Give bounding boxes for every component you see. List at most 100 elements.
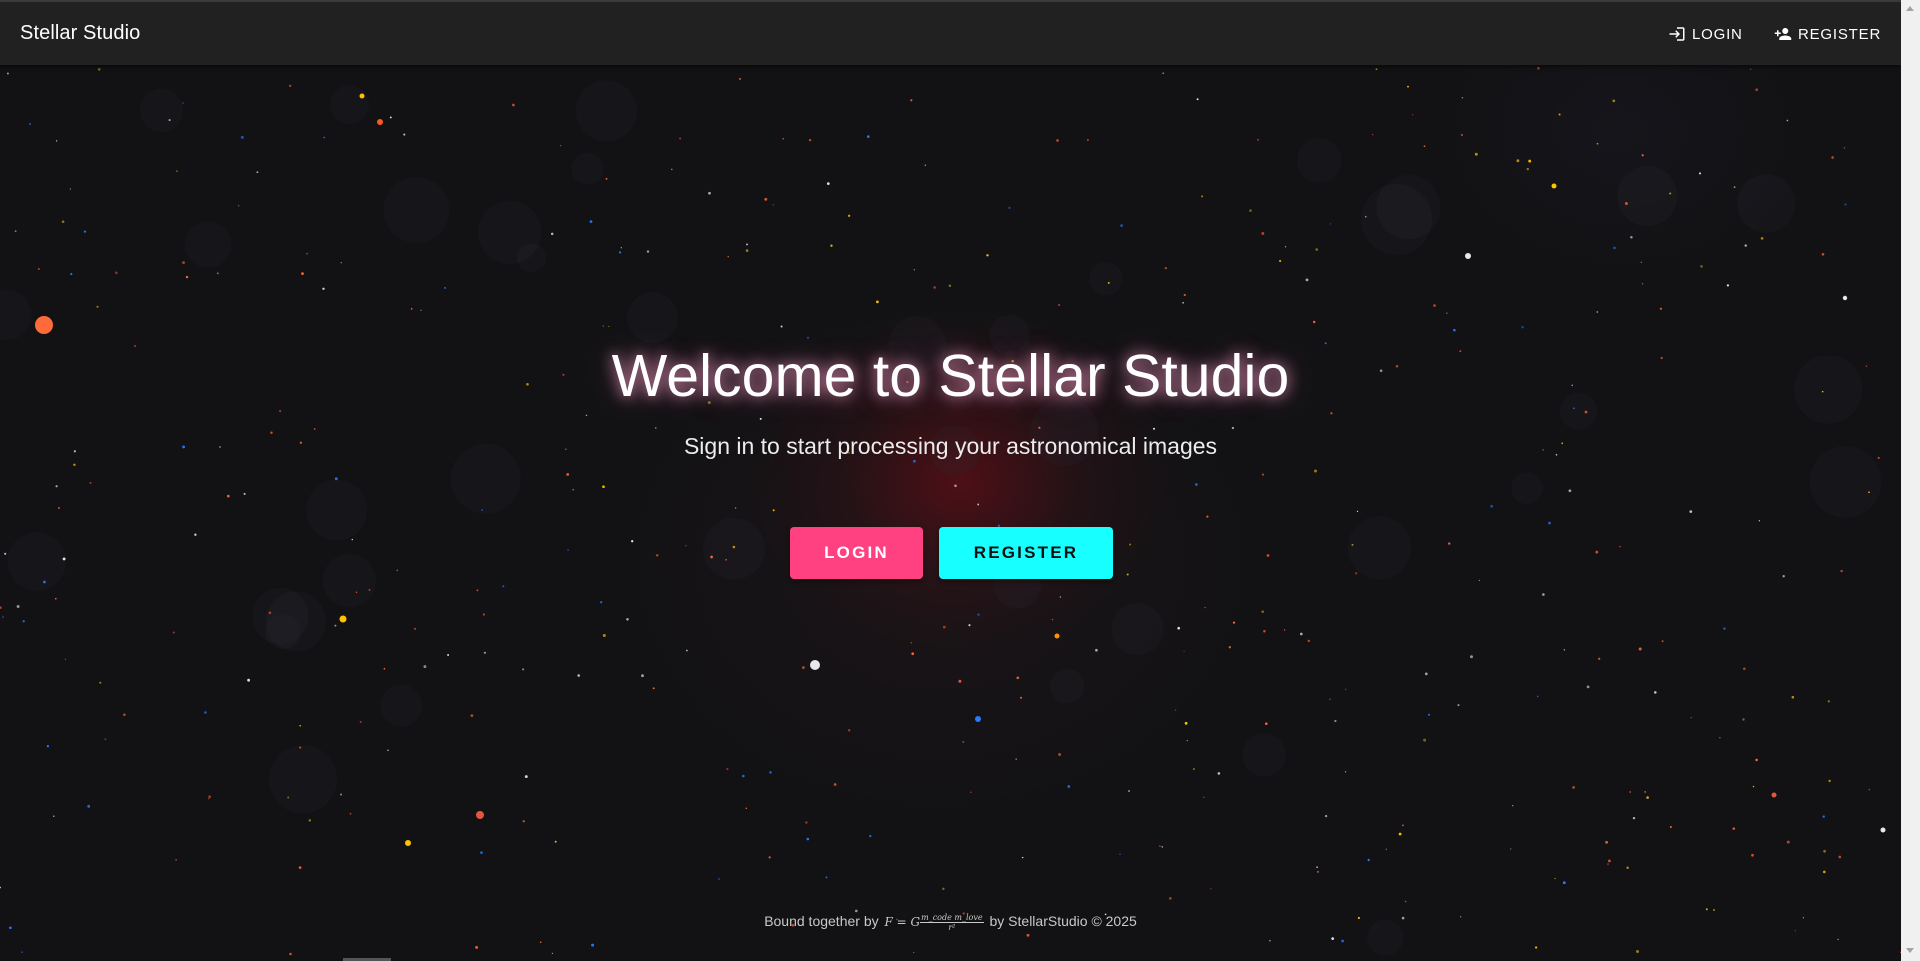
star bbox=[1314, 469, 1317, 473]
nebula-blob bbox=[383, 177, 450, 243]
star bbox=[808, 138, 812, 142]
nebula-blob bbox=[265, 613, 301, 650]
star bbox=[1183, 293, 1186, 297]
star bbox=[1423, 145, 1426, 148]
star bbox=[289, 84, 292, 88]
star bbox=[1210, 888, 1212, 890]
scroll-down-arrow-icon[interactable] bbox=[1906, 948, 1914, 953]
star bbox=[0, 606, 2, 609]
star bbox=[55, 140, 58, 142]
nav-login-button[interactable]: LOGIN bbox=[1668, 20, 1743, 48]
star bbox=[652, 687, 655, 690]
bright-star bbox=[1054, 633, 1060, 639]
bright-star bbox=[1465, 253, 1471, 259]
star bbox=[772, 204, 774, 206]
star bbox=[1528, 159, 1532, 163]
star bbox=[482, 613, 485, 616]
star bbox=[168, 119, 171, 122]
star bbox=[410, 308, 413, 310]
star bbox=[876, 300, 879, 304]
star bbox=[671, 168, 673, 171]
star bbox=[268, 611, 272, 615]
star bbox=[686, 649, 688, 652]
star bbox=[539, 941, 542, 943]
star bbox=[54, 597, 57, 600]
star bbox=[1232, 621, 1236, 624]
bright-star bbox=[339, 615, 347, 623]
star bbox=[1356, 510, 1359, 513]
star bbox=[1201, 195, 1204, 198]
star bbox=[1058, 304, 1060, 306]
star bbox=[1640, 261, 1643, 264]
star bbox=[1305, 278, 1309, 282]
nav-register-button[interactable]: REGISTER bbox=[1774, 20, 1881, 48]
star bbox=[942, 887, 945, 890]
star bbox=[1261, 473, 1265, 476]
nebula-blob bbox=[184, 221, 232, 268]
star bbox=[1669, 826, 1672, 828]
star bbox=[481, 509, 483, 511]
star bbox=[600, 601, 603, 604]
star bbox=[1831, 156, 1834, 159]
star bbox=[1299, 632, 1303, 636]
bright-star bbox=[1551, 183, 1557, 189]
star bbox=[1700, 265, 1703, 268]
star bbox=[602, 634, 606, 637]
star bbox=[968, 624, 971, 627]
star bbox=[1453, 328, 1456, 332]
star bbox=[1596, 311, 1599, 313]
star bbox=[970, 791, 972, 794]
star bbox=[986, 254, 989, 257]
star bbox=[1490, 504, 1494, 508]
star bbox=[1407, 85, 1409, 88]
star bbox=[57, 507, 60, 509]
star bbox=[1868, 788, 1871, 791]
star bbox=[1732, 827, 1736, 830]
star bbox=[1755, 88, 1759, 92]
star bbox=[1821, 252, 1825, 256]
star bbox=[61, 220, 65, 223]
formula-fraction: m_code m_love r² bbox=[920, 913, 984, 932]
star bbox=[470, 714, 474, 717]
star bbox=[833, 783, 837, 786]
star bbox=[21, 951, 23, 953]
star bbox=[913, 459, 916, 463]
bright-star bbox=[377, 119, 383, 125]
star bbox=[977, 503, 980, 506]
vertical-scrollbar[interactable] bbox=[1901, 0, 1920, 961]
nebula-blob bbox=[571, 152, 604, 185]
star bbox=[718, 878, 720, 880]
star bbox=[1329, 698, 1331, 700]
star bbox=[1206, 515, 1209, 518]
star bbox=[1334, 719, 1337, 723]
star bbox=[247, 678, 251, 682]
star bbox=[383, 667, 386, 670]
star bbox=[924, 164, 927, 166]
star bbox=[476, 589, 479, 592]
nebula-blob bbox=[330, 85, 369, 124]
star bbox=[550, 232, 554, 236]
star bbox=[37, 267, 40, 271]
star bbox=[1572, 786, 1575, 789]
star bbox=[1644, 791, 1646, 793]
star bbox=[1228, 646, 1231, 649]
hero-login-button[interactable]: LOGIN bbox=[790, 527, 923, 579]
star bbox=[114, 271, 118, 275]
star bbox=[204, 711, 207, 714]
star bbox=[602, 325, 604, 327]
brand-title[interactable]: Stellar Studio bbox=[20, 22, 140, 45]
star bbox=[1607, 863, 1609, 865]
hero-register-button[interactable]: REGISTER bbox=[939, 527, 1113, 579]
hero-section: Welcome to Stellar Studio Sign in to sta… bbox=[0, 335, 1901, 579]
scroll-up-arrow-icon[interactable] bbox=[1906, 6, 1914, 11]
star bbox=[1183, 650, 1185, 653]
star bbox=[1659, 307, 1663, 311]
star bbox=[977, 613, 980, 616]
star bbox=[1534, 946, 1538, 949]
star bbox=[1636, 950, 1639, 953]
star bbox=[2, 616, 4, 618]
star bbox=[1164, 266, 1167, 270]
star bbox=[1526, 167, 1529, 171]
star bbox=[646, 250, 650, 253]
star bbox=[216, 272, 219, 275]
